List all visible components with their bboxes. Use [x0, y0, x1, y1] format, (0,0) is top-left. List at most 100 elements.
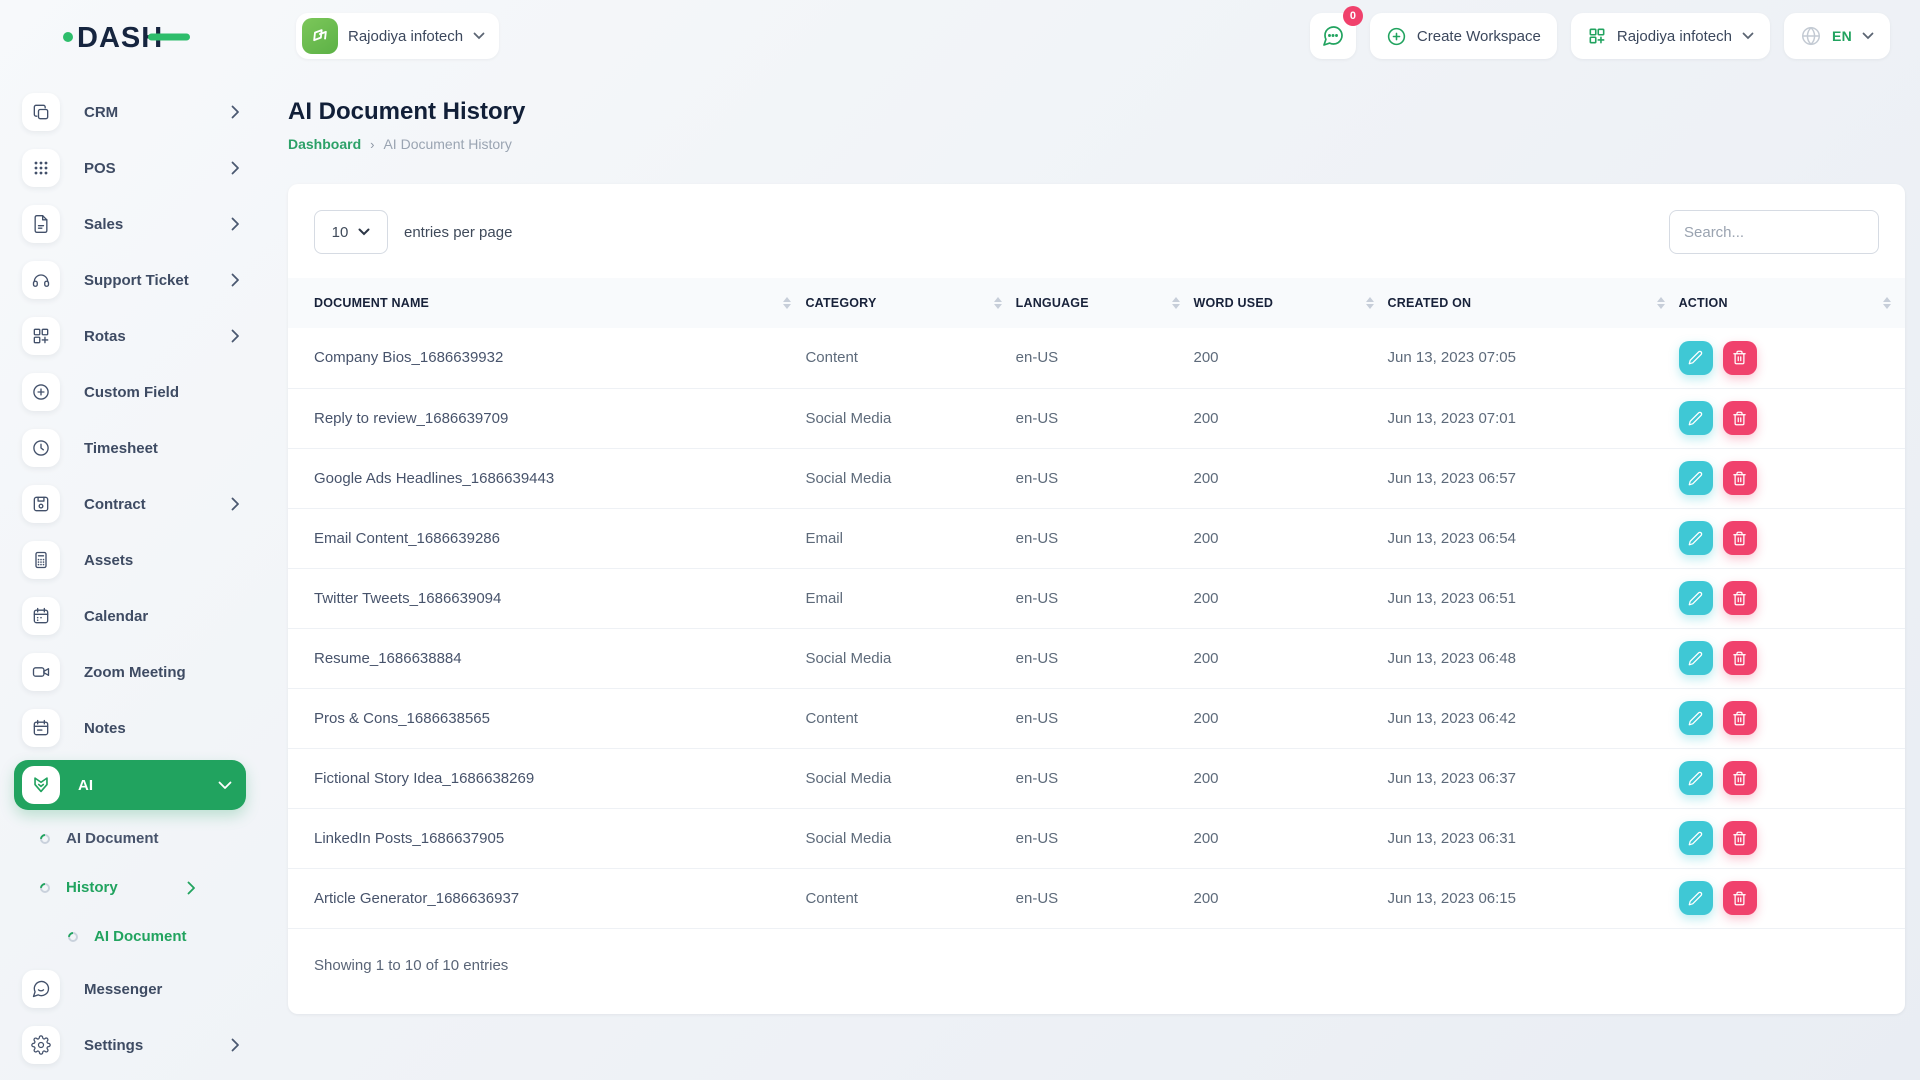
create-workspace-button[interactable]: Create Workspace: [1369, 13, 1557, 59]
pencil-icon: [1688, 411, 1703, 426]
sidebar-item-support-ticket[interactable]: Support Ticket: [0, 252, 260, 308]
column-header-created-on[interactable]: CREATED ON: [1388, 278, 1679, 328]
chevron-right-icon: [231, 329, 240, 343]
account-menu[interactable]: Rajodiya infotech: [1570, 13, 1770, 59]
delete-button[interactable]: [1722, 401, 1757, 435]
edit-button[interactable]: [1678, 340, 1713, 375]
table-row: Google Ads Headlines_1686639443 Social Me…: [288, 448, 1905, 508]
sidebar-item-settings[interactable]: Settings: [0, 1017, 260, 1073]
cell-language: en-US: [1015, 769, 1059, 787]
pencil-icon: [1688, 771, 1703, 786]
column-header-category[interactable]: CATEGORY: [805, 278, 1015, 328]
breadcrumb-dashboard-link[interactable]: Dashboard: [288, 136, 361, 152]
sidebar-item-rotas[interactable]: Rotas: [0, 308, 260, 364]
edit-button[interactable]: [1678, 761, 1713, 795]
cell-actions: [1678, 388, 1905, 448]
pencil-icon: [1688, 891, 1703, 906]
sidebar-item-timesheet[interactable]: Timesheet: [0, 420, 260, 476]
edit-button[interactable]: [1678, 461, 1713, 495]
edit-button[interactable]: [1678, 641, 1713, 675]
sidebar-item-notes[interactable]: Notes: [0, 700, 260, 756]
sidebar-item-label: Timesheet: [84, 439, 158, 457]
cell-language: en-US: [1015, 889, 1059, 907]
table-row: Reply to review_1686639709 Social Media en…: [288, 388, 1905, 448]
cell-category: Social Media: [805, 469, 892, 487]
edit-button[interactable]: [1678, 401, 1713, 435]
cell-category: Content: [805, 889, 858, 907]
dash-logo-icon: DASH: [63, 22, 190, 54]
app-logo[interactable]: DASH: [0, 16, 260, 56]
bullet-icon: [37, 831, 53, 846]
column-header-action[interactable]: ACTION: [1679, 278, 1905, 328]
rotas-icon: [22, 317, 60, 355]
cell-name: Google Ads Headlines_1686639443: [314, 469, 555, 487]
trash-icon: [1732, 471, 1747, 486]
column-header-language[interactable]: LANGUAGE: [1016, 278, 1194, 328]
page-size-select[interactable]: 10: [314, 210, 388, 254]
cell-category: Social Media: [805, 829, 892, 847]
cell-words: 200: [1193, 529, 1219, 547]
chevron-down-icon: [1862, 32, 1874, 40]
cell-words: 200: [1193, 409, 1219, 427]
globe-icon: [1801, 26, 1820, 46]
sidebar-item-assets[interactable]: Assets: [0, 532, 260, 588]
page-size-value: 10: [331, 223, 349, 241]
column-header-document-name[interactable]: DOCUMENT NAME: [288, 278, 805, 328]
sidebar-item-contract[interactable]: Contract: [0, 476, 260, 532]
workspace-grid-icon: [1589, 28, 1605, 44]
delete-button[interactable]: [1722, 881, 1757, 915]
sidebar-item-sales[interactable]: Sales: [0, 196, 260, 252]
table-row: Resume_1686638884 Social Media en-US 200 Jun…: [288, 628, 1905, 688]
cell-language: en-US: [1015, 709, 1059, 727]
cell-words: 200: [1193, 889, 1219, 907]
sidebar-item-label: Assets: [84, 551, 134, 569]
cell-words: 200: [1193, 769, 1219, 787]
cell-words: 200: [1193, 589, 1219, 607]
column-header-word-used[interactable]: WORD USED: [1194, 278, 1388, 328]
edit-button[interactable]: [1678, 701, 1713, 735]
sidebar-subsubitem-ai-document[interactable]: AI Document: [0, 912, 260, 961]
notes-icon: [22, 709, 60, 747]
sidebar-item-zoom-meeting[interactable]: Zoom Meeting: [0, 644, 260, 700]
chevron-down-icon: [1742, 32, 1754, 40]
delete-button[interactable]: [1722, 581, 1757, 615]
messenger-icon: [22, 970, 60, 1008]
delete-button[interactable]: [1722, 701, 1757, 735]
sidebar-item-ai[interactable]: AI: [14, 760, 246, 810]
workspace-switcher[interactable]: Rajodiya infotech: [296, 13, 500, 59]
breadcrumb-separator-icon: ›: [370, 136, 375, 152]
sidebar-item-label: Zoom Meeting: [84, 663, 186, 681]
edit-button[interactable]: [1678, 581, 1713, 615]
messages-button[interactable]: 0: [1309, 6, 1363, 59]
sidebar-item-custom-field[interactable]: Custom Field: [0, 364, 260, 420]
sidebar-subitem-history[interactable]: History: [0, 863, 260, 912]
delete-button[interactable]: [1722, 641, 1757, 675]
delete-button[interactable]: [1722, 761, 1757, 795]
trash-icon: [1732, 531, 1747, 546]
language-selector[interactable]: EN: [1783, 13, 1890, 59]
sidebar-item-pos[interactable]: POS: [0, 140, 260, 196]
search-input[interactable]: [1669, 210, 1879, 254]
sidebar-item-calendar[interactable]: Calendar: [0, 588, 260, 644]
cell-category: Email: [805, 589, 843, 607]
sidebar-subitem-ai-document[interactable]: AI Document: [0, 814, 260, 863]
delete-button[interactable]: [1722, 461, 1757, 495]
cell-language: en-US: [1015, 469, 1059, 487]
edit-button[interactable]: [1678, 881, 1713, 915]
cell-name: Fictional Story Idea_1686638269: [314, 769, 535, 787]
cell-category: Content: [805, 709, 858, 727]
timesheet-icon: [22, 429, 60, 467]
edit-button[interactable]: [1678, 821, 1713, 855]
edit-button[interactable]: [1678, 521, 1713, 555]
trash-icon: [1732, 711, 1747, 726]
breadcrumb-current: AI Document History: [383, 136, 512, 152]
delete-button[interactable]: [1722, 521, 1757, 555]
trash-icon: [1732, 411, 1747, 426]
sidebar-item-messenger[interactable]: Messenger: [0, 961, 260, 1017]
delete-button[interactable]: [1722, 340, 1757, 375]
pencil-icon: [1688, 471, 1703, 486]
settings-icon: [22, 1026, 60, 1064]
trash-icon: [1732, 831, 1747, 846]
sidebar-item-crm[interactable]: CRM: [0, 84, 260, 140]
delete-button[interactable]: [1722, 821, 1757, 855]
